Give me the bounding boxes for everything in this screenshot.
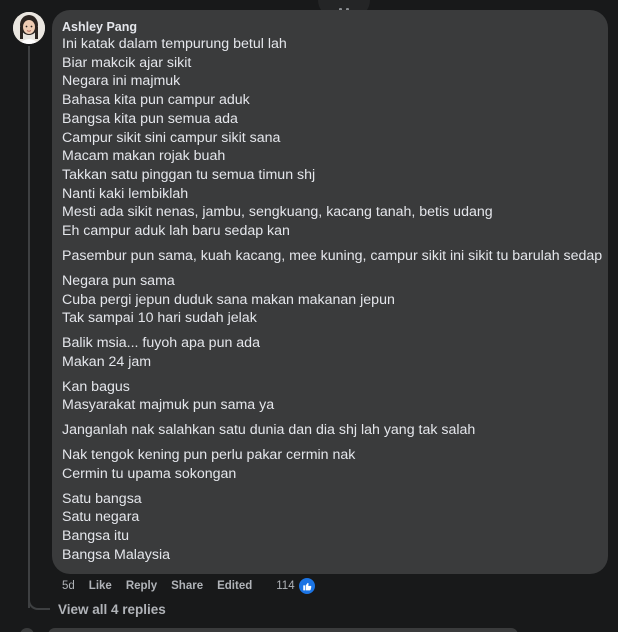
- comment-line: Bahasa kita pun campur aduk: [62, 92, 250, 109]
- view-replies-link[interactable]: View all 4 replies: [58, 602, 166, 617]
- reaction-count-number: 114: [276, 580, 295, 592]
- share-button[interactable]: Share: [171, 580, 203, 592]
- like-button[interactable]: Like: [89, 580, 112, 592]
- comment-paragraph: Janganlah nak salahkan satu dunia dan di…: [62, 421, 596, 440]
- comment-line: Nanti kaki lembiklah: [62, 185, 189, 202]
- comment-body: Ini katak dalam tempurung betul lah Biar…: [62, 35, 603, 565]
- comment-paragraph: Ini katak dalam tempurung betul lah Biar…: [62, 35, 596, 241]
- comment-paragraph: Pasembur pun sama, kuah kacang, mee kuni…: [62, 247, 603, 266]
- comment-line: Biar makcik ajar sikit: [62, 54, 192, 71]
- comment-line: Satu negara: [62, 509, 140, 526]
- thumbs-up-icon: [297, 577, 316, 595]
- reply-thread-connector: [28, 596, 50, 610]
- comment-line: Eh campur aduk lah baru sedap kan: [62, 223, 290, 240]
- thumbs-up-glyph: [302, 582, 311, 591]
- reply-button[interactable]: Reply: [126, 580, 157, 592]
- reply-thread-line: [28, 46, 30, 608]
- comment-line: Cuba pergi jepun duduk sana makan makana…: [62, 291, 395, 308]
- comment-line: Negara ini majmuk: [62, 73, 181, 90]
- comment-line: Macam makan rojak buah: [62, 148, 226, 165]
- comment-paragraph: Satu bangsa Satu negara Bangsa itu Bangs…: [62, 490, 596, 565]
- avatar[interactable]: [13, 12, 45, 44]
- timestamp[interactable]: 5d: [62, 580, 75, 592]
- comment-line: Janganlah nak salahkan satu dunia dan di…: [62, 422, 476, 439]
- comment-line: Satu bangsa: [62, 490, 142, 507]
- edited-label[interactable]: Edited: [217, 580, 252, 592]
- comment-paragraph: Negara pun sama Cuba pergi jepun duduk s…: [62, 272, 596, 328]
- comment-line: Bangsa Malaysia: [62, 546, 171, 563]
- comment-line: Bangsa kita pun semua ada: [62, 110, 238, 127]
- comment-line: Campur sikit sini campur sikit sana: [62, 129, 281, 146]
- comment-paragraph: Kan bagus Masyarakat majmuk pun sama ya: [62, 378, 596, 415]
- avatar-portrait-icon: [13, 12, 45, 44]
- comment-line: Balik msia... fuyoh apa pun ada: [62, 335, 260, 352]
- comment-line: Negara pun sama: [62, 272, 175, 289]
- comment-thread: Ashley Pang Ini katak dalam tempurung be…: [0, 0, 618, 632]
- comment-line: Cermin tu upama sokongan: [62, 465, 237, 482]
- comment-line: Takkan satu pinggan tu semua timun shj: [62, 166, 316, 183]
- comment-line: Kan bagus: [62, 378, 130, 395]
- comment-line: Ini katak dalam tempurung betul lah: [62, 36, 287, 52]
- comment-line: Nak tengok kening pun perlu pakar cermin…: [62, 447, 356, 464]
- comment-author[interactable]: Ashley Pang: [62, 19, 596, 35]
- comment-line: Tak sampai 10 hari sudah jelak: [62, 310, 257, 327]
- comment-paragraph: Balik msia... fuyoh apa pun ada Makan 24…: [62, 334, 596, 371]
- comment-line: Masyarakat majmuk pun sama ya: [62, 397, 275, 414]
- comment-line: Pasembur pun sama, kuah kacang, mee kuni…: [62, 247, 603, 264]
- comment-line: Makan 24 jam: [62, 353, 152, 370]
- comment-line: Bangsa itu: [62, 528, 130, 545]
- comment-bubble: Ashley Pang Ini katak dalam tempurung be…: [52, 10, 608, 574]
- comment-paragraph: Nak tengok kening pun perlu pakar cermin…: [62, 446, 596, 483]
- comment-actions: 5d Like Reply Share Edited 114: [62, 577, 330, 595]
- comment-line: Mesti ada sikit nenas, jambu, sengkuang,…: [62, 204, 493, 221]
- reaction-count[interactable]: 114: [276, 577, 329, 595]
- next-avatar: [20, 628, 34, 632]
- next-comment-input[interactable]: [48, 628, 518, 632]
